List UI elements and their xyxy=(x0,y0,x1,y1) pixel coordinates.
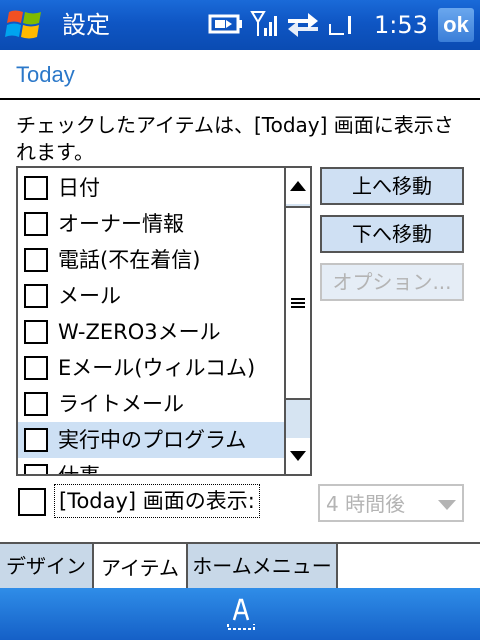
title-bar: 設定 1:53 ok xyxy=(0,0,480,50)
item-label: メール xyxy=(58,284,121,308)
scroll-thumb[interactable] xyxy=(286,206,310,400)
battery-icon[interactable] xyxy=(208,13,244,39)
arrow-down-icon xyxy=(290,451,306,461)
item-checkbox[interactable] xyxy=(24,284,48,308)
item-checkbox[interactable] xyxy=(24,212,48,236)
list-scrollbar[interactable] xyxy=(284,168,310,474)
show-today-checkbox[interactable] xyxy=(18,488,46,516)
today-items-list[interactable]: 日付 オーナー情報 電話(不在着信) メール W-ZERO3メール Eメール(ウ… xyxy=(16,166,312,476)
window-title: 設定 xyxy=(62,11,110,39)
item-label: オーナー情報 xyxy=(58,212,184,236)
scroll-up-button[interactable] xyxy=(286,168,310,204)
description-text: チェックしたアイテムは、[Today] 画面に表示されます。 xyxy=(16,113,454,164)
clock[interactable]: 1:53 xyxy=(374,10,428,40)
list-item[interactable]: W-ZERO3メール xyxy=(18,314,284,350)
options-button[interactable]: オプション... xyxy=(320,263,464,301)
signal-icon[interactable] xyxy=(250,10,280,42)
list-item[interactable]: ライトメール xyxy=(18,386,284,422)
item-checkbox[interactable] xyxy=(24,392,48,416)
arrow-up-icon xyxy=(290,181,306,191)
grip-icon xyxy=(291,298,305,308)
item-checkbox[interactable] xyxy=(24,176,48,200)
item-label: 仕事 xyxy=(58,464,100,476)
timeout-value: 4 時間後 xyxy=(326,492,406,516)
tab-items[interactable]: アイテム xyxy=(92,542,188,590)
list-item[interactable]: Eメール(ウィルコム) xyxy=(18,350,284,386)
move-up-button[interactable]: 上へ移動 xyxy=(320,167,464,205)
divider xyxy=(0,98,480,100)
item-label: 実行中のプログラム xyxy=(58,428,247,452)
list-item[interactable]: オーナー情報 xyxy=(18,206,284,242)
item-label: 電話(不在着信) xyxy=(58,248,201,272)
item-label: W-ZERO3メール xyxy=(58,320,221,344)
windows-start-icon[interactable] xyxy=(5,6,45,44)
status-icons[interactable] xyxy=(208,10,356,42)
item-checkbox[interactable] xyxy=(24,428,48,452)
item-checkbox[interactable] xyxy=(24,248,48,272)
sync-arrows-icon[interactable] xyxy=(286,10,320,42)
tab-strip: デザイン アイテム ホームメニュー xyxy=(0,542,480,590)
timeout-dropdown[interactable]: 4 時間後 xyxy=(318,484,464,522)
item-label: Eメール(ウィルコム) xyxy=(58,356,256,380)
tab-home-menu[interactable]: ホームメニュー xyxy=(188,544,338,588)
list-item-selected[interactable]: 実行中のプログラム xyxy=(18,422,284,458)
page-title: Today xyxy=(16,62,75,87)
list-item[interactable]: 仕事 xyxy=(18,458,284,476)
show-today-label: [Today] 画面の表示: xyxy=(54,484,260,518)
item-checkbox[interactable] xyxy=(24,356,48,380)
ok-button[interactable]: ok xyxy=(438,8,474,42)
scroll-down-button[interactable] xyxy=(286,438,310,474)
tab-design[interactable]: デザイン xyxy=(0,544,94,588)
item-checkbox[interactable] xyxy=(24,464,48,474)
item-checkbox[interactable] xyxy=(24,320,48,344)
list-item[interactable]: 電話(不在着信) xyxy=(18,242,284,278)
soft-key-bar xyxy=(0,588,480,640)
connection-icon[interactable] xyxy=(326,10,356,42)
move-down-button[interactable]: 下へ移動 xyxy=(320,215,464,253)
item-label: ライトメール xyxy=(58,392,184,416)
keyboard-icon[interactable] xyxy=(224,596,258,632)
chevron-down-icon xyxy=(438,500,456,510)
list-item[interactable]: メール xyxy=(18,278,284,314)
item-label: 日付 xyxy=(58,176,100,200)
list-item[interactable]: 日付 xyxy=(18,170,284,206)
